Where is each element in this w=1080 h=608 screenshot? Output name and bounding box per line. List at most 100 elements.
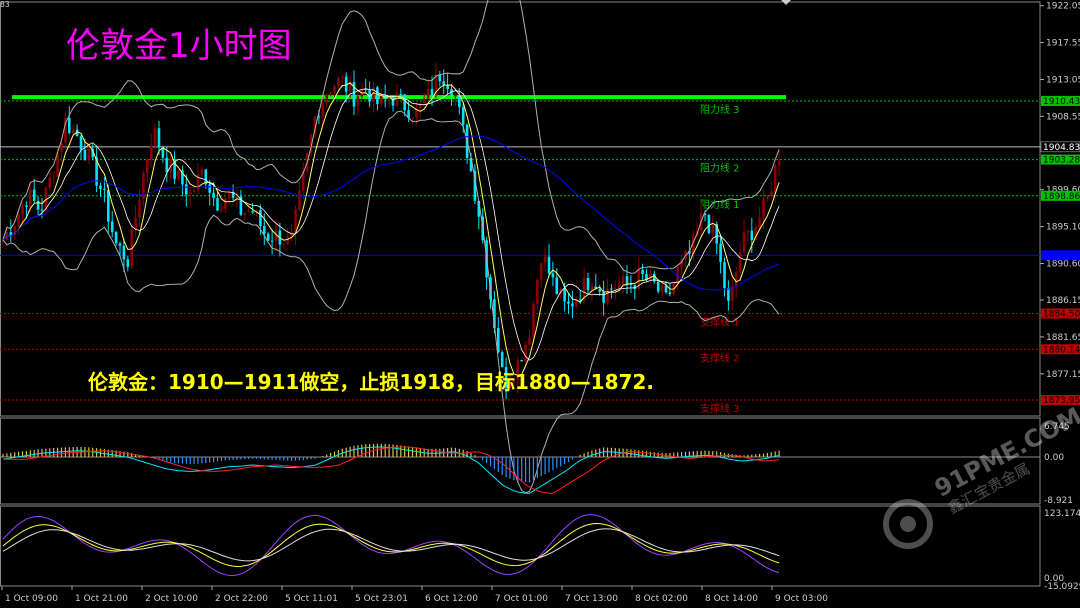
candle-body [282, 244, 286, 246]
candle-body [461, 106, 465, 125]
candle-body [32, 189, 36, 201]
osc-line-1 [2, 514, 780, 577]
candle-body [543, 256, 547, 263]
candle-body [536, 279, 539, 305]
candle-body [243, 212, 247, 215]
candle-body [610, 288, 613, 290]
candle-body [21, 205, 24, 215]
candle-body [122, 245, 126, 260]
price-tick-label: 1922.05 [1046, 2, 1080, 12]
candle-body [567, 301, 570, 304]
time-tick-label: 8 Oct 02:00 [635, 594, 688, 604]
current-price-tag: 1904.83 [1043, 143, 1080, 153]
candle-body [333, 86, 336, 93]
candle-body [321, 102, 325, 118]
candle-body [99, 185, 102, 189]
candle-body [614, 288, 617, 290]
osc-tick-label: 123.1747 [1044, 509, 1080, 519]
candle-body [266, 233, 270, 241]
price-tick-label: 1908.55 [1046, 112, 1080, 122]
ma-fast-line [2, 82, 780, 377]
candle-body [376, 87, 379, 104]
price-tick-label: 1881.65 [1046, 333, 1080, 343]
candle-body [750, 230, 754, 240]
candle-body [625, 276, 629, 285]
candle-body [29, 189, 32, 207]
osc-tick-label: -15.0929 [1044, 582, 1080, 592]
candle-body [40, 209, 44, 211]
candle-body [500, 352, 504, 368]
candle-body [621, 276, 625, 284]
candle-body [563, 289, 566, 302]
macd-tick-label: 0.00 [1044, 453, 1064, 463]
candle-body [212, 192, 215, 199]
candle-body [719, 243, 722, 263]
candle-body [770, 191, 773, 197]
candle-body [727, 288, 730, 301]
candle-body [25, 205, 28, 207]
candle-body [617, 283, 621, 289]
level-tag: 1898.86 [1043, 192, 1080, 202]
candle-body [103, 188, 106, 190]
candle-body [664, 285, 668, 293]
candle-body [746, 230, 750, 233]
candle-body [590, 286, 594, 290]
candle-body [387, 98, 391, 100]
candle-body [403, 94, 406, 111]
candle-body [419, 102, 422, 108]
candle-body [653, 273, 656, 282]
candle-body [208, 184, 211, 193]
time-tick-label: 7 Oct 13:00 [565, 594, 618, 604]
osc-line-2 [2, 522, 780, 568]
level-label: 阻力线 3 [700, 103, 740, 116]
time-tick-label: 2 Oct 22:00 [215, 594, 268, 604]
candle-body [227, 191, 231, 199]
candle-body [134, 217, 137, 230]
corner-label: 83 [0, 0, 10, 9]
level-label: 支撑线 2 [700, 351, 740, 364]
candle-body [551, 273, 555, 278]
candle-body [629, 284, 633, 286]
candle-body [341, 76, 344, 78]
chart-title: 伦敦金1小时图 [66, 26, 292, 66]
candle-body [188, 191, 192, 195]
candle-body [157, 128, 161, 148]
candle-body [107, 189, 110, 222]
candle-body [539, 262, 543, 280]
candle-body [578, 299, 582, 301]
candle-body [263, 225, 266, 234]
level-label: 支撑线 3 [700, 402, 740, 415]
level-label: 阻力线 1 [700, 198, 740, 211]
candle-body [192, 190, 196, 192]
candle-body [153, 128, 157, 146]
candle-body [555, 277, 559, 295]
candle-body [758, 217, 761, 228]
level-label: 支撑线 1 [700, 316, 740, 329]
candle-body [742, 232, 746, 253]
macd-tick-label: -8.921 [1044, 496, 1073, 506]
candle-body [520, 360, 523, 362]
candle-body [454, 95, 457, 97]
time-tick-label: 2 Oct 10:00 [145, 594, 198, 604]
candle-body [586, 277, 590, 290]
candle-body [17, 214, 20, 227]
candle-body [438, 74, 442, 82]
candle-body [606, 288, 609, 303]
candle-body [656, 281, 660, 292]
candle-body [524, 344, 527, 362]
candle-body [149, 145, 153, 160]
ma-slow-line [2, 135, 780, 291]
candle-body [738, 252, 742, 272]
candle-body [325, 94, 328, 103]
candle-body [286, 236, 289, 245]
candle-body [142, 173, 145, 200]
candle-body [83, 149, 87, 161]
candle-body [707, 214, 711, 233]
price-tick-label: 1913.05 [1046, 75, 1080, 85]
time-tick-label: 1 Oct 09:00 [5, 594, 58, 604]
candle-body [762, 198, 765, 218]
level-tag: 1903.28 [1043, 156, 1080, 166]
candle-body [185, 184, 188, 195]
time-tick-label: 9 Oct 03:00 [775, 594, 828, 604]
osc-line-3 [2, 528, 780, 562]
